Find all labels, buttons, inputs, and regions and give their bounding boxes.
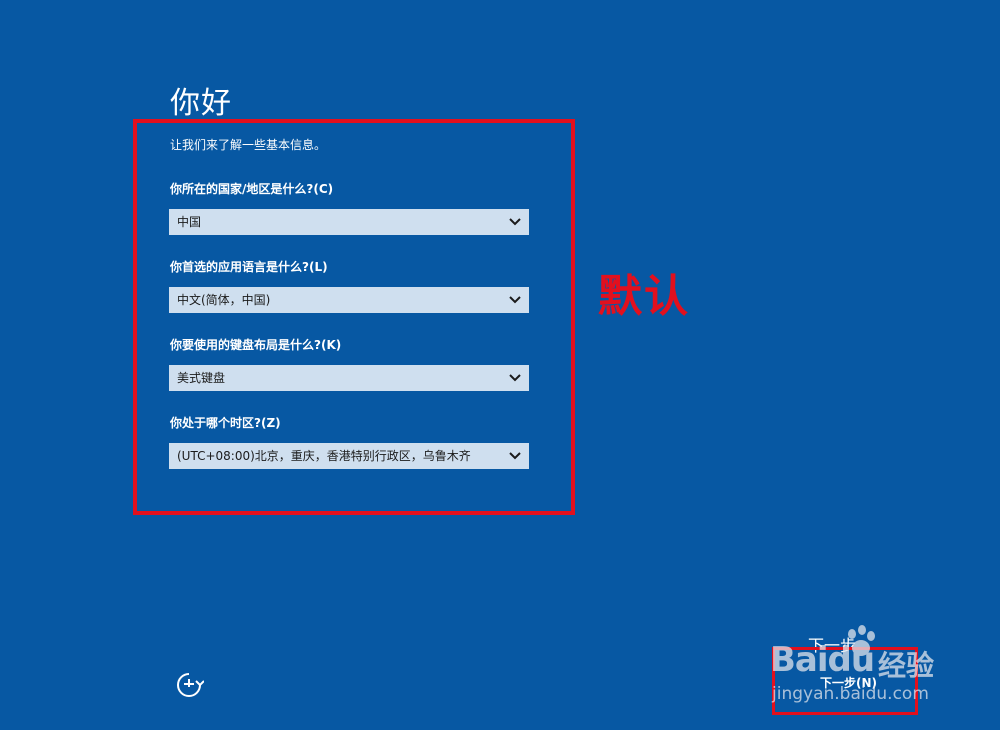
language-select[interactable]: 中文(简体，中国) <box>169 287 529 313</box>
language-question: 你首选的应用语言是什么?(L) <box>170 260 328 274</box>
country-select-value: 中国 <box>177 215 202 229</box>
next-button-shortcut-label[interactable]: 下一步(N) <box>820 674 877 691</box>
chevron-down-icon <box>509 218 521 226</box>
chevron-down-icon <box>509 374 521 382</box>
chevron-down-icon <box>509 296 521 304</box>
ease-of-access-icon[interactable] <box>174 670 204 700</box>
keyboard-question: 你要使用的键盘布局是什么?(K) <box>170 338 342 352</box>
keyboard-select[interactable]: 美式键盘 <box>169 365 529 391</box>
chevron-down-icon <box>509 452 521 460</box>
country-select[interactable]: 中国 <box>169 209 529 235</box>
page-title: 你好 <box>170 86 232 121</box>
language-select-value: 中文(简体，中国) <box>177 293 271 307</box>
default-annotation: 默认 <box>598 271 690 322</box>
country-question: 你所在的国家/地区是什么?(C) <box>170 182 334 196</box>
timezone-select[interactable]: (UTC+08:00)北京，重庆，香港特别行政区，乌鲁木齐 <box>169 443 529 469</box>
keyboard-select-value: 美式键盘 <box>177 371 226 385</box>
timezone-question: 你处于哪个时区?(Z) <box>170 416 281 430</box>
timezone-select-value: (UTC+08:00)北京，重庆，香港特别行政区，乌鲁木齐 <box>177 449 471 463</box>
intro-text: 让我们来了解一些基本信息。 <box>170 138 327 152</box>
